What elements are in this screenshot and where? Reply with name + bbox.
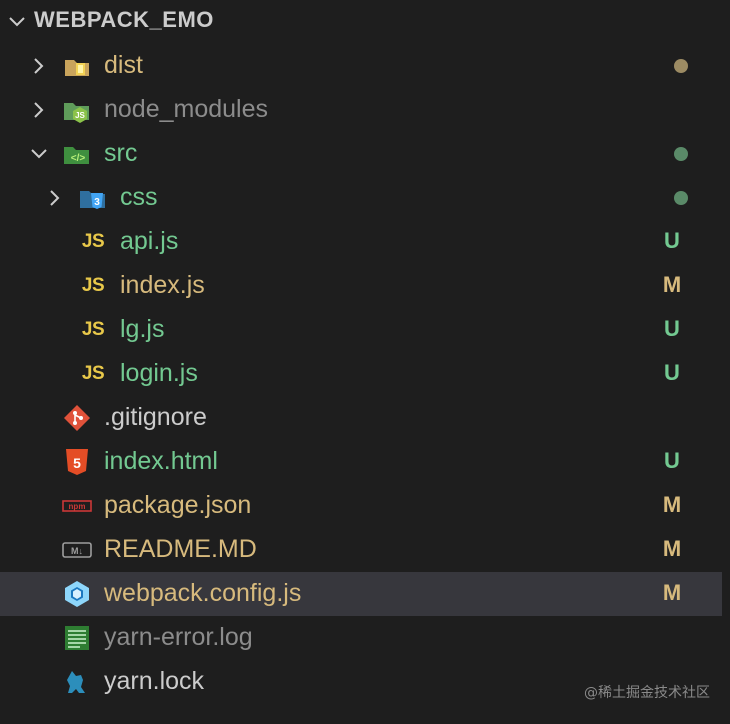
tree-item-node-modules[interactable]: JS node_modules <box>0 88 722 132</box>
tree-item-label: .gitignore <box>104 403 207 431</box>
watermark: @稀土掘金技术社区 <box>584 685 710 701</box>
git-status-badge: U <box>664 316 680 341</box>
svg-text:M↓: M↓ <box>71 546 83 556</box>
tree-item-label: package.json <box>104 491 252 519</box>
tree-item-src[interactable]: </> src <box>0 132 722 176</box>
tree-item-label: login.js <box>120 359 198 387</box>
chevron-right-icon[interactable] <box>46 189 64 207</box>
git-status-badge: U <box>664 448 680 473</box>
git-status-badge: U <box>664 228 680 253</box>
tree-item-label: dist <box>104 51 143 79</box>
tree-item-webpack-config-js[interactable]: webpack.config.js M <box>0 572 722 616</box>
git-status-dot <box>674 191 688 205</box>
git-status-dot <box>674 147 688 161</box>
javascript-icon: JS <box>81 319 105 340</box>
tree-item-readme-md[interactable]: M↓ README.MD M <box>0 528 722 572</box>
git-status-badge: M <box>662 536 682 561</box>
npm-icon: npm <box>62 491 92 521</box>
tree-item-package-json[interactable]: npm package.json M <box>0 484 722 528</box>
git-status-badge: M <box>662 580 682 605</box>
tree-item-label: README.MD <box>104 535 257 563</box>
chevron-right-icon[interactable] <box>30 57 48 75</box>
svg-text:JS: JS <box>75 111 85 120</box>
tree-item-label: node_modules <box>104 95 269 123</box>
tree-item-label: yarn.lock <box>104 667 205 695</box>
git-icon <box>62 403 92 433</box>
git-status-dot <box>674 59 688 73</box>
tree-item-index-html[interactable]: 5 index.html U <box>0 440 722 484</box>
markdown-icon: M↓ <box>62 535 92 565</box>
tree-item-label: css <box>120 183 158 211</box>
tree-item-login-js[interactable]: JS login.js U <box>0 352 722 396</box>
chevron-down-icon <box>9 17 25 27</box>
svg-text:npm: npm <box>69 502 86 511</box>
chevron-right-icon[interactable] <box>30 101 48 119</box>
chevron-down-icon[interactable] <box>30 145 48 163</box>
git-status-badge: M <box>662 492 682 517</box>
tree-item-yarn-error-log[interactable]: yarn-error.log <box>0 616 722 660</box>
tree-item-label: lg.js <box>120 315 165 343</box>
tree-item-lg-js[interactable]: JS lg.js U <box>0 308 722 352</box>
tree-item-index-js[interactable]: JS index.js M <box>0 264 722 308</box>
tree-item-css[interactable]: 3 css <box>0 176 722 220</box>
tree-item-label: webpack.config.js <box>104 579 302 607</box>
javascript-icon: JS <box>81 231 105 252</box>
svg-text:</>: </> <box>71 153 86 164</box>
folder-node-icon: JS <box>62 95 92 125</box>
git-status-badge: U <box>664 360 680 385</box>
svg-text:3: 3 <box>94 197 100 208</box>
tree-item-dist[interactable]: dist <box>0 44 722 88</box>
tree-item-label: api.js <box>120 227 179 255</box>
tree-item-gitignore[interactable]: .gitignore <box>0 396 722 440</box>
folder-src-icon: </> <box>62 139 92 169</box>
tree-item-label: yarn-error.log <box>104 623 253 651</box>
git-status-badge: M <box>662 272 682 297</box>
javascript-icon: JS <box>81 363 105 384</box>
html5-icon: 5 <box>62 447 92 477</box>
tree-item-label: index.js <box>120 271 205 299</box>
javascript-icon: JS <box>81 275 105 296</box>
file-tree: dist JS node_modules </> src 3 css JS api.js U JS i… <box>0 44 730 704</box>
tree-item-label: index.html <box>104 447 218 475</box>
folder-css-icon: 3 <box>78 183 108 213</box>
tree-item-label: src <box>104 139 138 167</box>
explorer-header[interactable]: WEBPACK_EMO <box>0 0 730 44</box>
yarn-icon <box>62 667 92 697</box>
tree-item-api-js[interactable]: JS api.js U <box>0 220 722 264</box>
file-explorer: WEBPACK_EMO dist JS node_modules </> src 3 css… <box>0 0 730 724</box>
svg-text:5: 5 <box>73 455 81 471</box>
log-icon <box>62 623 92 653</box>
webpack-icon <box>62 579 92 609</box>
workspace-title: WEBPACK_EMO <box>34 7 214 32</box>
folder-dist-icon <box>62 51 92 81</box>
